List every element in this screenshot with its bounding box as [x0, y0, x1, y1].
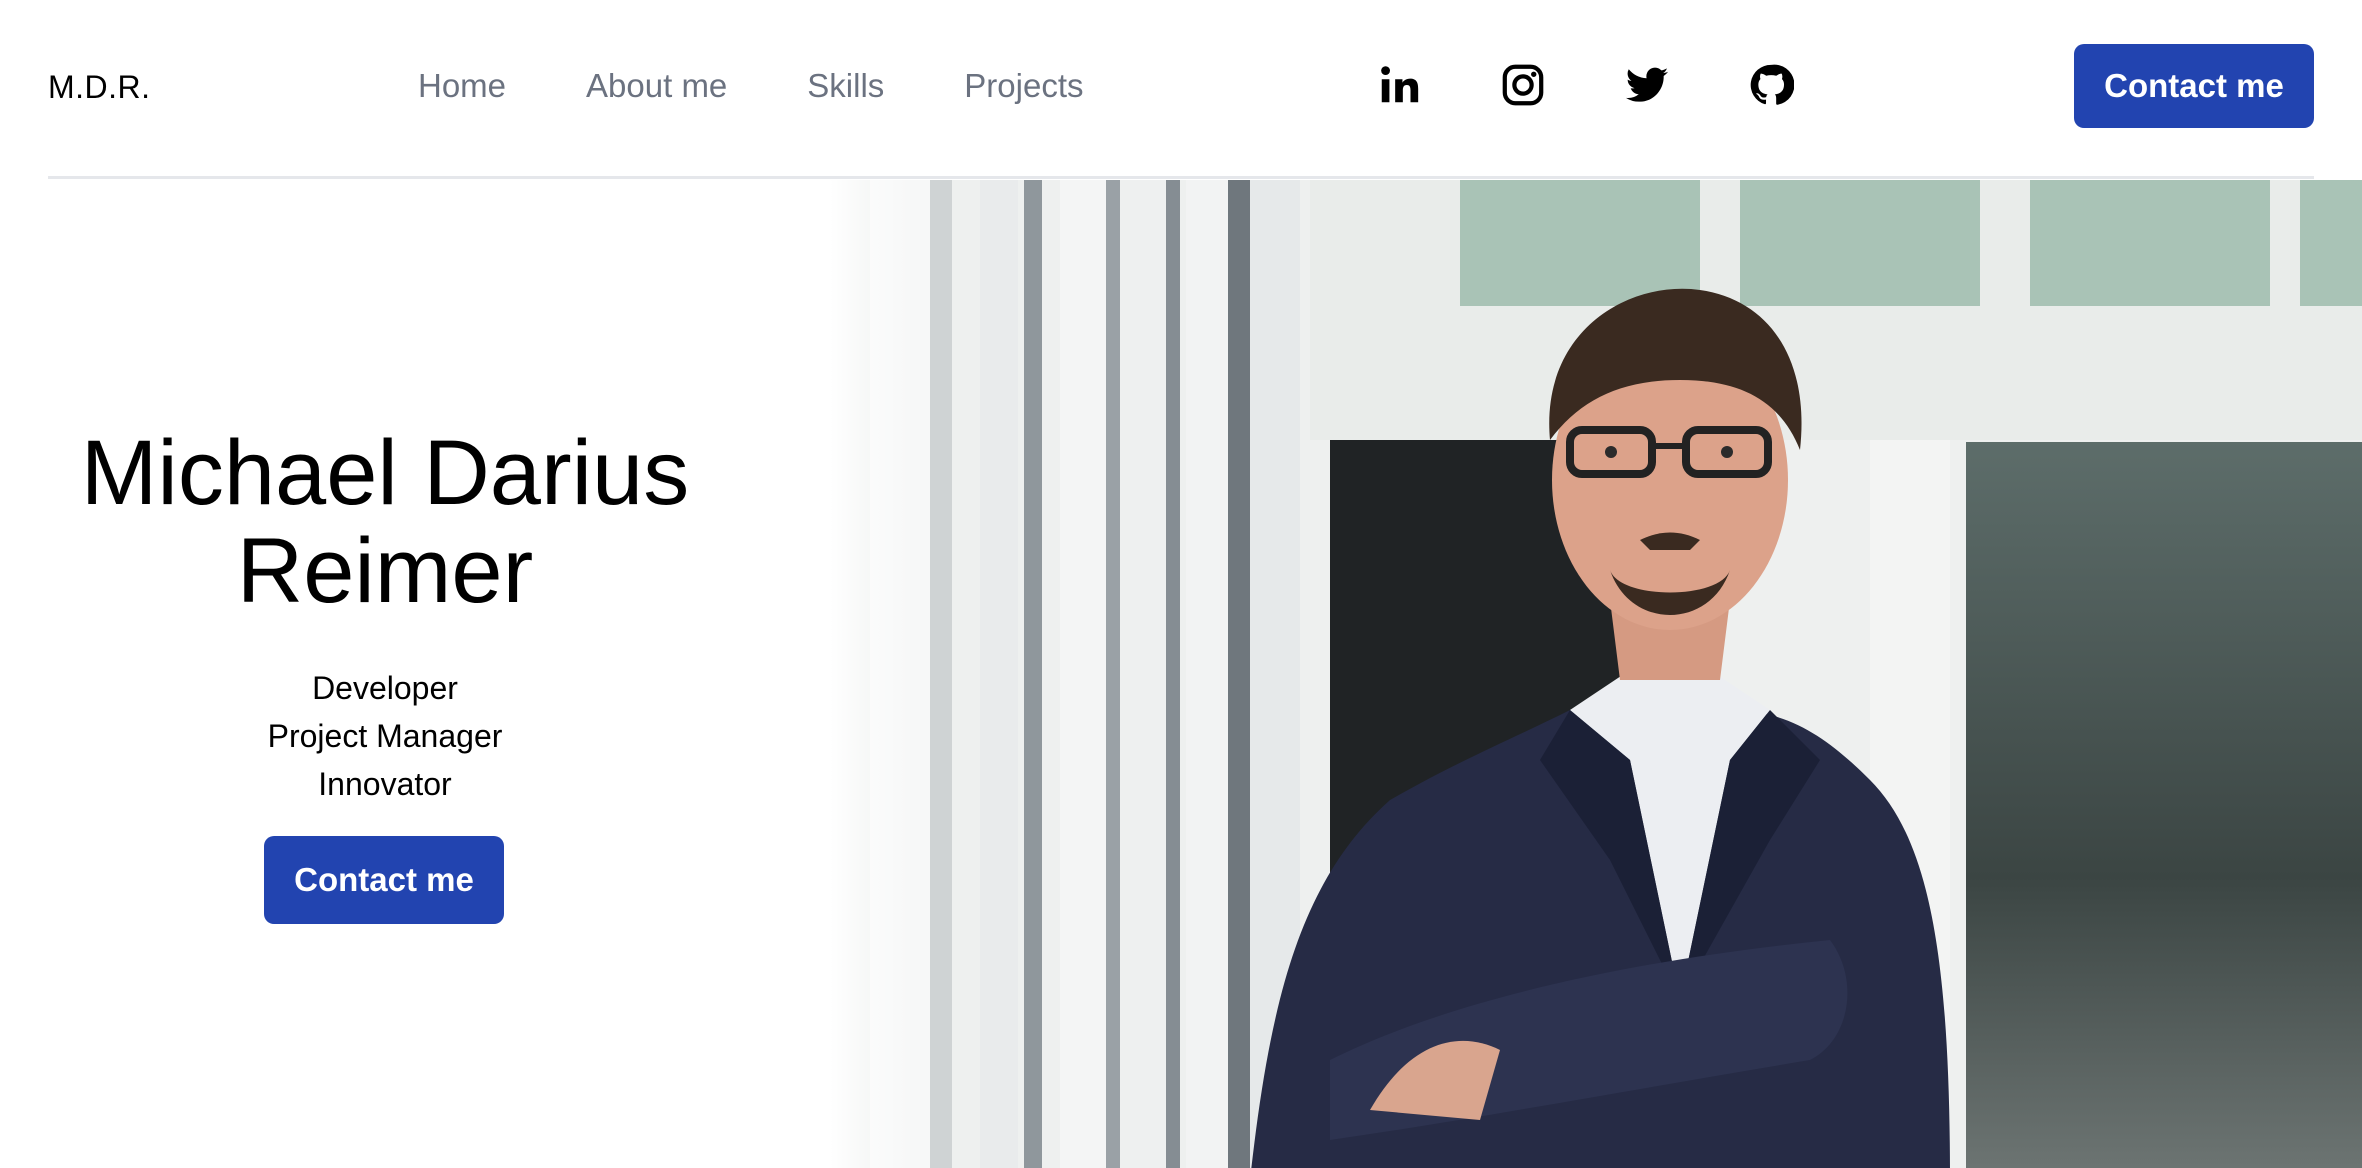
nav-link-skills[interactable]: Skills [807, 66, 884, 106]
social-links [1374, 60, 1796, 110]
hero-portrait-photo [830, 180, 2362, 1168]
hero-roles: Developer Project Manager Innovator [0, 664, 770, 808]
twitter-icon[interactable] [1622, 60, 1672, 110]
photo-fade [830, 180, 910, 1168]
hero-name: Michael Darius Reimer [0, 424, 770, 620]
nav-link-home[interactable]: Home [418, 66, 506, 106]
bg-pillar [1024, 180, 1042, 1168]
nav-link-about[interactable]: About me [586, 66, 727, 106]
hero-name-line2: Reimer [236, 520, 534, 622]
bg-window [2300, 180, 2362, 306]
hero-name-line1: Michael Darius [80, 422, 690, 524]
main-nav: Home About me Skills Projects [418, 66, 1084, 106]
instagram-icon[interactable] [1498, 60, 1548, 110]
nav-link-projects[interactable]: Projects [964, 66, 1083, 106]
hero-intro: Michael Darius Reimer Developer Project … [0, 180, 770, 1168]
site-logo[interactable]: M.D.R. [48, 68, 151, 106]
header-divider [48, 176, 2314, 179]
role-item: Project Manager [267, 718, 503, 754]
bg-pillar [1166, 180, 1180, 1168]
site-header: M.D.R. Home About me Skills Projects Con… [0, 0, 2362, 179]
github-icon[interactable] [1746, 60, 1796, 110]
hero-contact-button[interactable]: Contact me [264, 836, 504, 924]
bg-window [2030, 180, 2270, 306]
bg-pillar [1106, 180, 1120, 1168]
linkedin-icon[interactable] [1374, 60, 1424, 110]
header-contact-button[interactable]: Contact me [2074, 44, 2314, 128]
bg-pillar [930, 180, 952, 1168]
role-item: Innovator [318, 766, 452, 802]
bg-pillar [1130, 180, 1168, 1168]
person-figure [1251, 288, 1950, 1168]
bg-pillar [980, 180, 1018, 1168]
role-item: Developer [312, 670, 458, 706]
bg-glass-door [1966, 442, 2362, 1168]
bg-pillar [1060, 180, 1108, 1168]
